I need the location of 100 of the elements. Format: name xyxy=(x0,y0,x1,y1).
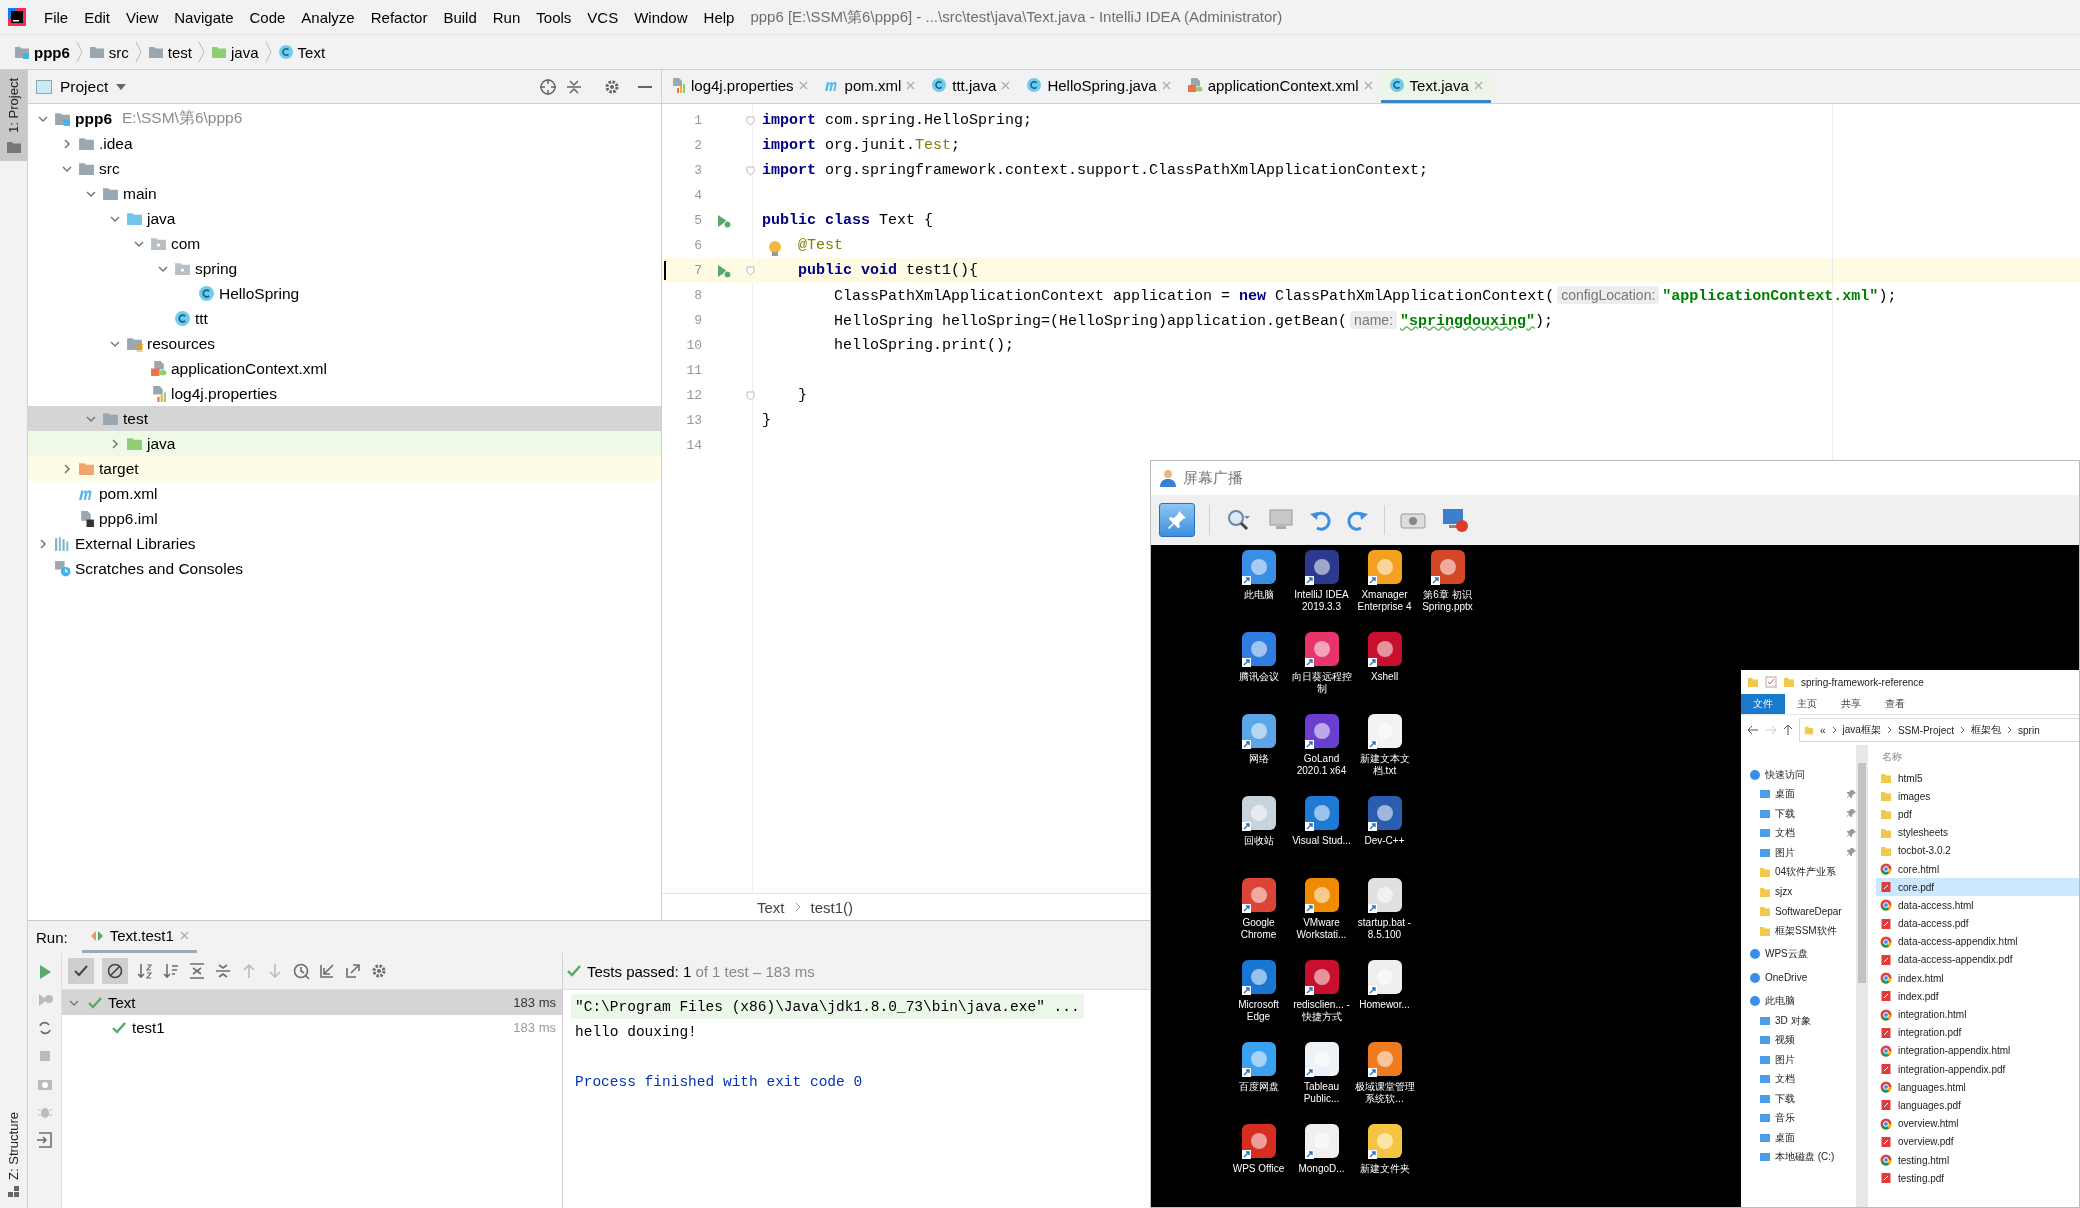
explorer-entry[interactable]: integration-appendix.html xyxy=(1876,1041,2079,1060)
properties-icon[interactable] xyxy=(1765,676,1777,688)
fold-marker-icon[interactable] xyxy=(746,265,755,276)
nav-item[interactable]: 桌面 xyxy=(1741,1128,1856,1148)
explorer-entry[interactable]: data-access.pdf xyxy=(1876,914,2079,933)
tree-item[interactable]: resources xyxy=(28,331,661,356)
desktop-icon-label[interactable]: VMware Workstati... xyxy=(1290,917,1353,941)
explorer-entry[interactable]: html5 xyxy=(1876,769,2079,788)
sort-alphabetically-icon[interactable] xyxy=(136,962,154,980)
desktop-icon-label[interactable]: redisclien... - 快捷方式 xyxy=(1290,999,1353,1023)
desktop-icon-label[interactable]: Homewor... xyxy=(1353,999,1416,1011)
tree-item[interactable]: target xyxy=(28,456,661,481)
collapse-all-icon[interactable] xyxy=(565,77,583,96)
menu-item[interactable]: Edit xyxy=(76,8,119,26)
desktop-icon-label[interactable]: Xshell xyxy=(1353,671,1416,683)
nav-item[interactable]: 下载 xyxy=(1741,1089,1856,1109)
desktop-icon-label[interactable]: 此电脑 xyxy=(1227,589,1290,601)
sort-by-duration-icon[interactable] xyxy=(162,962,180,980)
tree-item[interactable]: test xyxy=(28,406,661,431)
explorer-entry[interactable]: data-access.html xyxy=(1876,896,2079,915)
desktop-icon-label[interactable]: Visual Stud... xyxy=(1290,835,1353,847)
menu-item[interactable]: View xyxy=(118,8,167,26)
menu-item[interactable]: File xyxy=(36,8,77,26)
run-test-icon[interactable] xyxy=(716,212,732,229)
ribbon-tab[interactable]: 文件 xyxy=(1741,694,1785,714)
nav-item[interactable]: 图片 xyxy=(1741,1050,1856,1070)
tree-item[interactable]: java xyxy=(28,206,661,231)
nav-item[interactable]: WPS云盘 xyxy=(1741,944,1856,964)
menu-item[interactable]: Window xyxy=(626,8,696,26)
explorer-entry[interactable]: overview.html xyxy=(1876,1114,2079,1133)
import-icon[interactable] xyxy=(318,962,336,980)
breadcrumb-item[interactable]: Text xyxy=(757,898,785,916)
desktop-icon-label[interactable]: 百度网盘 xyxy=(1227,1081,1290,1093)
desktop-icon-label[interactable]: 回收站 xyxy=(1227,835,1290,847)
ribbon-tab[interactable]: 共享 xyxy=(1829,694,1873,714)
lightbulb-icon[interactable] xyxy=(768,240,782,258)
fold-marker-icon[interactable] xyxy=(746,115,755,126)
test-tree-item[interactable]: test1 183 ms xyxy=(62,1015,562,1040)
nav-item[interactable]: 文档 xyxy=(1741,1069,1856,1089)
menu-item[interactable]: Code xyxy=(241,8,294,26)
back-icon[interactable] xyxy=(1747,725,1759,735)
nav-item[interactable]: 图片 xyxy=(1741,843,1856,863)
tree-item[interactable]: src xyxy=(28,156,661,181)
address-bar[interactable]: « java框架 SSM-Project 框架包 sprin xyxy=(1799,718,2079,742)
nav-item[interactable]: sjzx xyxy=(1741,882,1856,902)
collapse-all-icon[interactable] xyxy=(214,962,232,980)
tree-item[interactable]: log4j.properties xyxy=(28,381,661,406)
tree-item[interactable]: java xyxy=(28,431,661,456)
ribbon-tab[interactable]: 主页 xyxy=(1785,694,1829,714)
menu-item[interactable]: Navigate xyxy=(166,8,242,26)
editor-tab[interactable]: ttt.java xyxy=(923,70,1019,103)
desktop-icon-label[interactable]: 网络 xyxy=(1227,753,1290,765)
history-icon[interactable] xyxy=(292,962,310,980)
nav-item[interactable]: OneDrive xyxy=(1741,968,1856,988)
tree-item[interactable]: External Libraries xyxy=(28,531,661,556)
breadcrumb-item[interactable]: ppp6 xyxy=(34,43,70,61)
run-test-icon[interactable] xyxy=(716,262,732,279)
desktop-icon-label[interactable]: Microsoft Edge xyxy=(1227,999,1290,1023)
project-view-dropdown[interactable]: Project xyxy=(60,77,109,96)
desktop-icon-label[interactable]: 腾讯会议 xyxy=(1227,671,1290,683)
ribbon-tab[interactable]: 查看 xyxy=(1873,694,1917,714)
locate-icon[interactable] xyxy=(539,77,557,96)
desktop-icon-label[interactable]: WPS Office xyxy=(1227,1163,1290,1175)
test-tree-item[interactable]: Text 183 ms xyxy=(62,990,562,1015)
breadcrumb-item[interactable]: test1() xyxy=(810,898,854,916)
fold-marker-icon[interactable] xyxy=(746,390,755,401)
tree-item[interactable]: pom.xml xyxy=(28,481,661,506)
explorer-entry[interactable]: languages.html xyxy=(1876,1078,2079,1097)
editor-tab[interactable]: pom.xml xyxy=(815,70,924,103)
desktop-icon-label[interactable]: 新建文件夹 xyxy=(1353,1163,1416,1175)
menu-item[interactable]: Run xyxy=(484,8,529,26)
desktop-icon-label[interactable]: Dev-C++ xyxy=(1353,835,1416,847)
explorer-entry[interactable]: testing.pdf xyxy=(1876,1169,2079,1188)
explorer-entry[interactable]: core.html xyxy=(1876,859,2079,879)
nav-item[interactable]: 3D 对象 xyxy=(1741,1011,1856,1031)
desktop-icon-label[interactable]: 向日葵远程控制 xyxy=(1290,671,1353,695)
nav-item[interactable]: 04软件产业系 xyxy=(1741,862,1856,882)
nav-item[interactable]: 本地磁盘 (C:) xyxy=(1741,1147,1856,1167)
explorer-entry[interactable]: core.pdf xyxy=(1876,878,2079,897)
desktop-icon-label[interactable]: IntelliJ IDEA 2019.3.3 xyxy=(1290,589,1353,613)
chevron-right-icon[interactable] xyxy=(109,437,121,450)
menu-item[interactable]: Refactor xyxy=(362,8,436,26)
editor-tab[interactable]: applicationContext.xml xyxy=(1178,70,1381,103)
desktop-icon-label[interactable]: GoLand 2020.1 x64 xyxy=(1290,753,1353,777)
explorer-entry[interactable]: tocbot-3.0.2 xyxy=(1876,841,2079,860)
explorer-entry[interactable]: data-access-appendix.html xyxy=(1876,932,2079,951)
menu-item[interactable]: Tools xyxy=(528,8,580,26)
explorer-entry[interactable]: integration-appendix.pdf xyxy=(1876,1060,2079,1079)
explorer-entry[interactable]: data-access-appendix.pdf xyxy=(1876,950,2079,970)
expand-all-icon[interactable] xyxy=(188,962,206,980)
explorer-entry[interactable]: images xyxy=(1876,787,2079,806)
tree-item[interactable]: ppp6 E:\SSM\第6\ppp6 xyxy=(28,106,661,131)
tree-item[interactable]: ppp6.iml xyxy=(28,506,661,531)
desktop-icon-label[interactable]: 第6章 初识 Spring.pptx xyxy=(1416,589,1479,613)
breadcrumb-item[interactable]: test xyxy=(167,43,193,61)
tree-item[interactable]: main xyxy=(28,181,661,206)
column-header[interactable]: 名称 xyxy=(1876,745,2079,769)
tool-window-tab[interactable]: Z: Structure xyxy=(6,1112,21,1180)
tree-item[interactable]: spring xyxy=(28,256,661,281)
explorer-entry[interactable]: integration.pdf xyxy=(1876,1023,2079,1042)
